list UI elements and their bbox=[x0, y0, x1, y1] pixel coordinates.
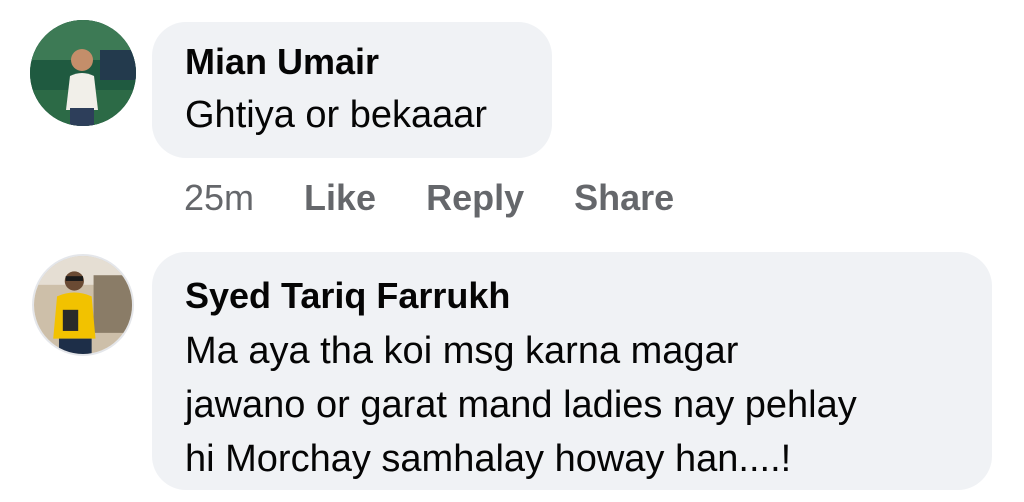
share-button[interactable]: Share bbox=[574, 178, 674, 218]
comment-1: Mian Umair Ghtiya or bekaaar 25m Like Re… bbox=[0, 0, 1024, 240]
comment-bubble: Mian Umair Ghtiya or bekaaar bbox=[152, 22, 552, 158]
avatar-mian-umair[interactable] bbox=[30, 20, 136, 126]
like-button[interactable]: Like bbox=[304, 178, 376, 218]
comment-text-line-2: jawano or garat mand ladies nay pehlay bbox=[185, 384, 857, 426]
comment-timestamp[interactable]: 25m bbox=[184, 178, 254, 218]
comment-actions: 25m Like Reply Share bbox=[184, 178, 724, 218]
comment-text-line-1: Ma aya tha koi msg karna magar bbox=[185, 330, 739, 372]
profile-photo-icon bbox=[30, 20, 136, 126]
comment-bubble: Syed Tariq Farrukh Ma aya tha koi msg ka… bbox=[152, 252, 992, 490]
comment-2: Syed Tariq Farrukh Ma aya tha koi msg ka… bbox=[0, 240, 1024, 502]
profile-photo-icon bbox=[34, 256, 132, 354]
comment-author[interactable]: Syed Tariq Farrukh bbox=[185, 276, 960, 316]
reply-button[interactable]: Reply bbox=[426, 178, 524, 218]
comment-text-line-3: hi Morchay samhalay howay han....! bbox=[185, 438, 792, 480]
comment-text: Ghtiya or bekaaar bbox=[185, 94, 488, 136]
comment-author[interactable]: Mian Umair bbox=[185, 42, 520, 82]
avatar-syed-tariq-farrukh[interactable] bbox=[32, 254, 134, 356]
